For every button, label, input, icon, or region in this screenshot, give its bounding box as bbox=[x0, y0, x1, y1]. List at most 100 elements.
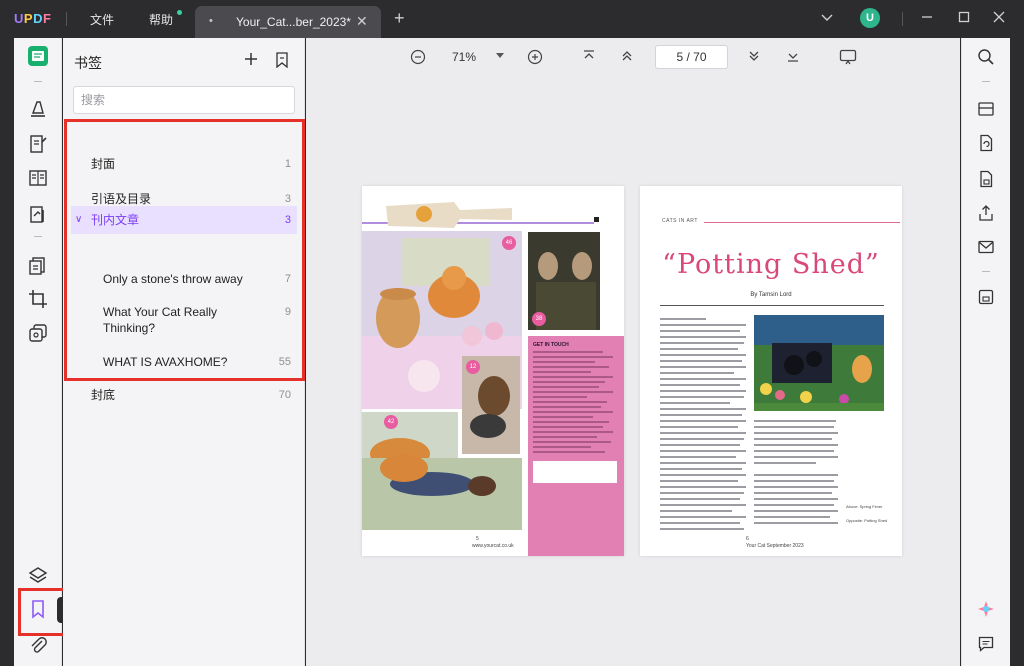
updf-logo[interactable]: UPDF bbox=[14, 11, 51, 26]
body-text-line bbox=[754, 432, 838, 434]
body-text-line bbox=[754, 438, 832, 440]
bookmark-label: 封底 bbox=[91, 388, 116, 402]
help-notification-dot bbox=[177, 10, 182, 15]
ai-assistant-icon[interactable] bbox=[977, 600, 995, 618]
body-text-line bbox=[754, 504, 834, 506]
first-page-icon[interactable] bbox=[582, 49, 596, 63]
add-bookmark-icon[interactable] bbox=[243, 51, 259, 67]
share-icon[interactable] bbox=[977, 204, 995, 222]
next-page-icon[interactable] bbox=[747, 49, 761, 63]
body-text-line bbox=[660, 420, 746, 422]
publisher-logo bbox=[533, 461, 617, 483]
page-footer: Your Cat September 2023 bbox=[746, 543, 804, 549]
ocr-icon[interactable] bbox=[977, 100, 995, 118]
zoom-in-icon[interactable] bbox=[527, 49, 543, 65]
tool-rail bbox=[14, 38, 62, 666]
article-kicker: CATS IN ART bbox=[662, 218, 698, 224]
page-badge: 12 bbox=[466, 360, 480, 374]
protect-icon[interactable] bbox=[977, 170, 995, 188]
body-text-line bbox=[660, 510, 732, 512]
image-caption: Above: Spring Fever bbox=[846, 504, 883, 509]
new-tab-button[interactable]: + bbox=[394, 8, 405, 29]
body-text-line bbox=[660, 324, 746, 326]
body-text-line bbox=[660, 486, 746, 488]
body-text-line bbox=[754, 426, 834, 428]
view-toolbar: 71% 5 / 70 bbox=[306, 38, 960, 76]
page-badge: 42 bbox=[384, 415, 398, 429]
bookmark-panel: 书签 封面 1 引语及目录 3 ∨ 刊内文章 3 Only a stone's … bbox=[63, 38, 305, 666]
page-layout-icon[interactable] bbox=[28, 168, 48, 188]
comment-icon[interactable] bbox=[977, 635, 995, 653]
kicker-rule bbox=[704, 222, 900, 223]
page-number: 6 bbox=[746, 536, 749, 542]
bookmark-item[interactable]: 封底 70 bbox=[71, 387, 297, 403]
highlighter-icon[interactable] bbox=[28, 98, 48, 118]
layers-icon[interactable] bbox=[28, 565, 48, 585]
last-page-icon[interactable] bbox=[786, 49, 800, 63]
email-icon[interactable] bbox=[977, 238, 995, 256]
search-icon[interactable] bbox=[977, 48, 995, 66]
document-tab[interactable]: • Your_Cat...ber_2023* ✕ bbox=[195, 6, 381, 38]
current-page: 5 bbox=[676, 50, 684, 64]
contact-box: GET IN TOUCH bbox=[528, 336, 624, 556]
body-text-line bbox=[754, 450, 834, 452]
document-viewer: 71% 5 / 70 46 38 12 42 GET IN TOUCH 5 ww… bbox=[306, 38, 960, 666]
maximize-icon[interactable] bbox=[957, 10, 971, 24]
body-text-line bbox=[660, 480, 738, 482]
menu-file[interactable]: 文件 bbox=[90, 11, 114, 28]
body-text-line bbox=[754, 486, 838, 488]
bookmark-search-input[interactable] bbox=[73, 86, 295, 114]
page-number: 5 bbox=[476, 536, 479, 542]
user-avatar[interactable]: U bbox=[860, 8, 880, 28]
convert-icon[interactable] bbox=[977, 134, 995, 152]
contact-heading: GET IN TOUCH bbox=[533, 342, 569, 348]
batch-icon[interactable] bbox=[28, 323, 48, 343]
save-icon[interactable] bbox=[977, 288, 995, 306]
zoom-dropdown-icon[interactable] bbox=[496, 53, 504, 59]
close-tab-icon[interactable]: ✕ bbox=[356, 13, 368, 30]
bookmark-list-highlight bbox=[64, 119, 305, 381]
chevron-down-icon[interactable] bbox=[820, 10, 834, 24]
body-text-line bbox=[660, 384, 740, 386]
page-separator: / bbox=[686, 50, 690, 64]
body-text-line bbox=[754, 492, 832, 494]
body-text-line bbox=[754, 420, 836, 422]
title-bar: UPDF 文件 帮助 • Your_Cat...ber_2023* ✕ + U bbox=[0, 0, 1024, 38]
body-text-line bbox=[660, 354, 746, 356]
organize-pages-icon[interactable] bbox=[28, 256, 48, 276]
previous-page-icon[interactable] bbox=[620, 49, 634, 63]
attachment-icon[interactable] bbox=[28, 635, 48, 655]
edit-text-icon[interactable] bbox=[28, 134, 48, 154]
body-text-line bbox=[754, 480, 834, 482]
page-number-field[interactable]: 5 / 70 bbox=[655, 45, 728, 69]
crop-icon[interactable] bbox=[28, 289, 48, 309]
byline-rule bbox=[660, 305, 884, 306]
zoom-level[interactable]: 71% bbox=[452, 50, 476, 64]
body-text-line bbox=[660, 468, 742, 470]
body-text-line bbox=[660, 408, 746, 410]
painting-image bbox=[754, 315, 884, 411]
presentation-icon[interactable] bbox=[839, 49, 857, 65]
zoom-out-icon[interactable] bbox=[410, 49, 426, 65]
panel-title: 书签 bbox=[74, 55, 102, 71]
rail-divider bbox=[982, 81, 990, 82]
article-title: “Potting Shed” bbox=[662, 249, 880, 280]
body-text-line bbox=[754, 456, 838, 458]
rail-divider bbox=[34, 236, 42, 237]
reader-icon[interactable] bbox=[28, 46, 48, 66]
close-window-icon[interactable] bbox=[992, 10, 1006, 24]
right-rail bbox=[961, 38, 1010, 666]
menu-help[interactable]: 帮助 bbox=[149, 11, 173, 28]
image-caption: Opposite: Potting Shed bbox=[846, 518, 888, 523]
body-text-line bbox=[660, 438, 744, 440]
page-badge: 38 bbox=[532, 312, 546, 326]
bookmark-options-icon[interactable] bbox=[275, 52, 289, 68]
body-text-line bbox=[660, 426, 738, 428]
title-divider bbox=[902, 12, 903, 26]
body-text-line bbox=[754, 510, 838, 512]
body-text-line bbox=[754, 516, 830, 518]
fill-sign-icon[interactable] bbox=[28, 204, 48, 224]
page-badge: 46 bbox=[502, 236, 516, 250]
body-text-line bbox=[660, 444, 740, 446]
minimize-icon[interactable] bbox=[920, 10, 934, 24]
